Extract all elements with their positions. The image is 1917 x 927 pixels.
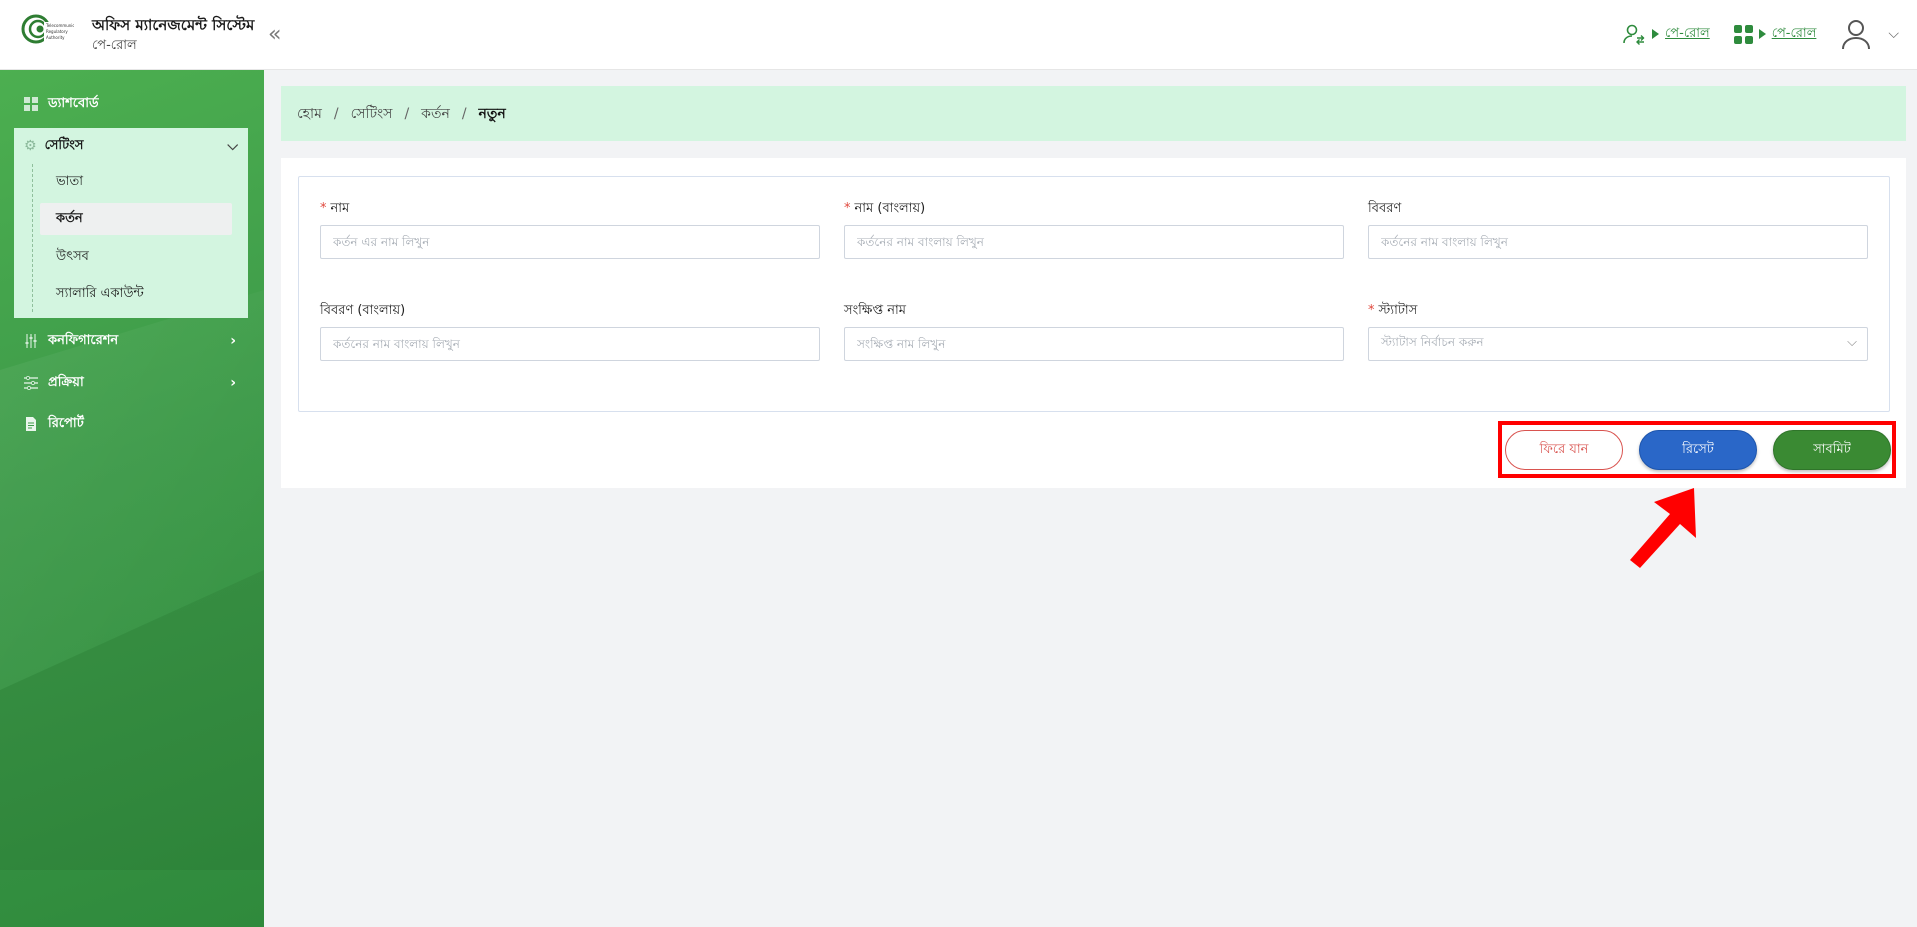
breadcrumb-settings[interactable]: সেটিংস (351, 102, 393, 126)
top-header: Telecommunication Regulatory Authority অ… (0, 0, 1917, 70)
sidebar-item-label: কনফিগারেশন (48, 332, 119, 348)
payroll-link-label: পে-রোল (1665, 25, 1710, 41)
sidebar-subitem-deduction[interactable]: কর্তন (40, 203, 232, 235)
description-bangla-field: বিবরণ (বাংলায়) (320, 301, 820, 361)
description-field: বিবরণ (1368, 199, 1868, 259)
app-subtitle: পে-রোল (92, 38, 137, 53)
short-name-field: সংক্ষিপ্ত নাম (844, 301, 1344, 361)
status-field: * স্ট্যাটাস স্ট্যাটাস নির্বাচন করুন ⌵ (1368, 301, 1868, 361)
name-label: * নাম (320, 201, 350, 216)
btrc-logo: Telecommunication Regulatory Authority (21, 14, 74, 44)
sidebar-item-dashboard[interactable]: ড্যাশবোর্ড (0, 86, 264, 122)
description-bangla-input[interactable] (320, 327, 820, 361)
breadcrumb: হোম / সেটিংস / কর্তন / নতুন (281, 86, 1906, 141)
sliders-icon (25, 334, 37, 348)
svg-text:Authority: Authority (46, 35, 65, 40)
svg-text:Regulatory: Regulatory (46, 29, 68, 34)
sidebar-item-process[interactable]: প্রক্রিয়া › (0, 365, 264, 401)
double-chevron-left-icon[interactable]: « (268, 22, 281, 47)
description-input[interactable] (1368, 225, 1868, 259)
sidebar-item-label: রিপোর্ট (48, 415, 84, 431)
sidebar-item-report[interactable]: রিপোর্ট (0, 406, 264, 442)
name-bangla-field: * নাম (বাংলায়) (844, 199, 1344, 259)
chevron-right-icon: › (230, 375, 236, 391)
chevron-down-icon: ⌵ (227, 138, 238, 154)
sidebar-item-settings[interactable]: ⚙ সেটিংস ⌵ (14, 128, 248, 164)
sidebar: ড্যাশবোর্ড ⚙ সেটিংস ⌵ ভাতা কর্তন উৎসব স্… (0, 70, 264, 927)
payroll-user-link[interactable]: পে-রোল (1622, 22, 1710, 46)
triangle-right-icon (1758, 29, 1766, 39)
gear-icon: ⚙ (24, 138, 37, 154)
dashboard-icon (24, 97, 38, 111)
sidebar-settings-group: ⚙ সেটিংস ⌵ ভাতা কর্তন উৎসব স্যালারি একাউ… (14, 128, 248, 318)
short-name-label: সংক্ষিপ্ত নাম (844, 303, 906, 318)
report-icon (26, 417, 36, 431)
sidebar-subitem-festival[interactable]: উৎসব (40, 241, 232, 273)
name-bangla-input[interactable] (844, 225, 1344, 259)
description-label: বিবরণ (1368, 201, 1402, 216)
header-actions: পে-রোল পে-রোল ⌵ (1622, 14, 1899, 54)
breadcrumb-current: নতুন (478, 105, 506, 122)
annotation-arrow-icon (1630, 488, 1696, 568)
annotation-highlight-box (1498, 421, 1896, 478)
user-avatar-icon[interactable] (1840, 18, 1872, 50)
sidebar-item-label: সেটিংস (44, 137, 84, 153)
chevron-down-icon: ⌵ (1847, 335, 1857, 350)
status-label: * স্ট্যাটাস (1368, 303, 1418, 318)
status-select-placeholder: স্ট্যাটাস নির্বাচন করুন (1381, 335, 1484, 349)
sidebar-item-label: প্রক্রিয়া (48, 374, 84, 390)
short-name-input[interactable] (844, 327, 1344, 361)
name-field: * নাম (320, 199, 820, 259)
user-switch-icon (1623, 24, 1645, 45)
breadcrumb-deduction[interactable]: কর্তন (421, 102, 450, 126)
deduction-form: *নাম *নাম (বাংলায়) বিবরণ বিবরণ (বাংলায়… (298, 176, 1890, 412)
payroll-apps-link[interactable]: পে-রোল (1733, 24, 1817, 45)
breadcrumb-home[interactable]: হোম (297, 102, 322, 126)
name-input[interactable] (320, 225, 820, 259)
svg-text:Telecommunication: Telecommunication (45, 23, 74, 28)
sidebar-subitem-salary-account[interactable]: স্যালারি একাউন্ট (40, 278, 232, 310)
description-bangla-label: বিবরণ (বাংলায়) (320, 303, 406, 318)
payroll-apps-label: পে-রোল (1771, 25, 1817, 41)
sidebar-subitem-allowance[interactable]: ভাতা (40, 166, 232, 198)
chevron-down-icon[interactable]: ⌵ (1888, 26, 1899, 42)
triangle-right-icon (1652, 29, 1660, 39)
filter-list-icon (24, 376, 38, 390)
status-select[interactable]: স্ট্যাটাস নির্বাচন করুন ⌵ (1368, 327, 1868, 361)
chevron-right-icon: › (230, 333, 236, 349)
sidebar-item-configuration[interactable]: কনফিগারেশন › (0, 323, 264, 359)
sidebar-item-label: ড্যাশবোর্ড (48, 95, 99, 111)
name-bangla-label: * নাম (বাংলায়) (844, 201, 926, 216)
apps-grid-icon (1733, 24, 1753, 44)
